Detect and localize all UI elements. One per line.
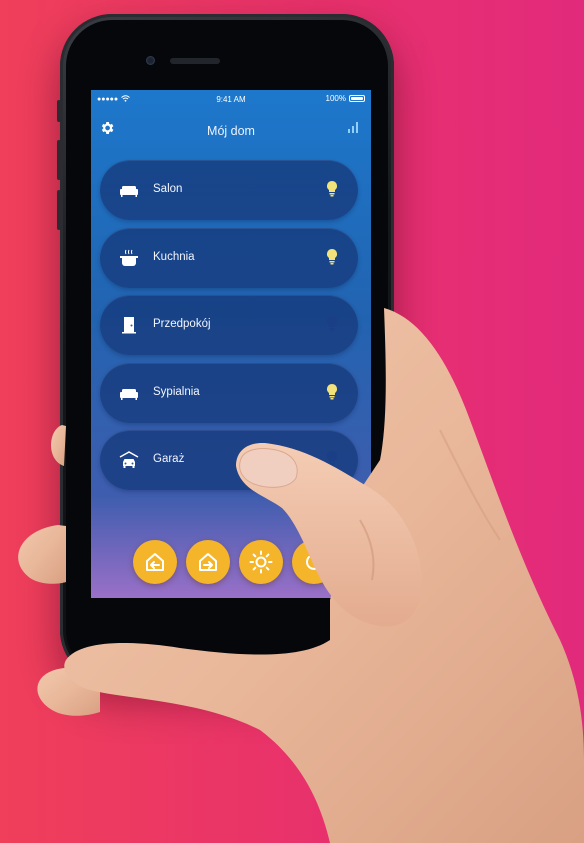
leave-home-icon xyxy=(199,553,217,571)
lightbulb-off-icon[interactable] xyxy=(326,315,338,333)
room-item-kuchnia[interactable]: Kuchnia xyxy=(100,227,358,288)
door-icon xyxy=(119,316,139,334)
earpiece-speaker xyxy=(170,58,220,64)
sofa-icon xyxy=(119,384,139,402)
nav-bar: Mój dom xyxy=(91,112,371,142)
power-button[interactable] xyxy=(292,540,336,584)
status-bar: ●●●●● 9:41 AM 100% xyxy=(91,90,371,108)
battery-icon xyxy=(349,95,365,102)
sofa-icon xyxy=(119,181,139,199)
room-item-sypialnia[interactable]: Sypialnia xyxy=(100,362,358,423)
battery-percent: 100% xyxy=(325,94,346,103)
car-icon xyxy=(119,451,139,469)
quick-actions-bar xyxy=(91,540,371,590)
page-title: Mój dom xyxy=(207,124,255,138)
front-camera xyxy=(146,56,155,65)
battery-indicator: 100% xyxy=(326,94,365,103)
lightbulb-on-icon[interactable] xyxy=(326,383,338,401)
arrive-home-icon xyxy=(146,553,164,571)
signal-bars-icon[interactable] xyxy=(347,120,361,134)
leave-home-button[interactable] xyxy=(186,540,230,584)
arrive-home-button[interactable] xyxy=(133,540,177,584)
room-label: Sypialnia xyxy=(153,385,200,398)
app-screen: ●●●●● 9:41 AM 100% Mój dom Salon Kuchnia… xyxy=(91,90,371,598)
lightbulb-on-icon[interactable] xyxy=(326,180,338,198)
sun-button[interactable] xyxy=(239,540,283,584)
room-list: Salon Kuchnia Przedpokój Sypialnia Garaż xyxy=(100,160,358,498)
finger-tip xyxy=(18,525,66,584)
room-label: Kuchnia xyxy=(153,250,195,263)
room-label: Przedpokój xyxy=(153,318,211,330)
room-label: Salon xyxy=(153,183,183,195)
room-label: Garaż xyxy=(153,453,185,465)
lightbulb-off-icon[interactable] xyxy=(326,450,338,468)
pot-icon xyxy=(119,249,139,267)
volume-up-button xyxy=(57,140,61,180)
room-item-garaz[interactable]: Garaż xyxy=(100,430,358,490)
room-item-przedpokoj[interactable]: Przedpokój xyxy=(100,295,358,355)
room-item-salon[interactable]: Salon xyxy=(100,160,358,220)
volume-button xyxy=(57,100,61,122)
sun-icon xyxy=(249,550,273,574)
lightbulb-on-icon[interactable] xyxy=(326,248,338,266)
volume-down-button xyxy=(57,190,61,230)
power-icon xyxy=(306,552,322,570)
